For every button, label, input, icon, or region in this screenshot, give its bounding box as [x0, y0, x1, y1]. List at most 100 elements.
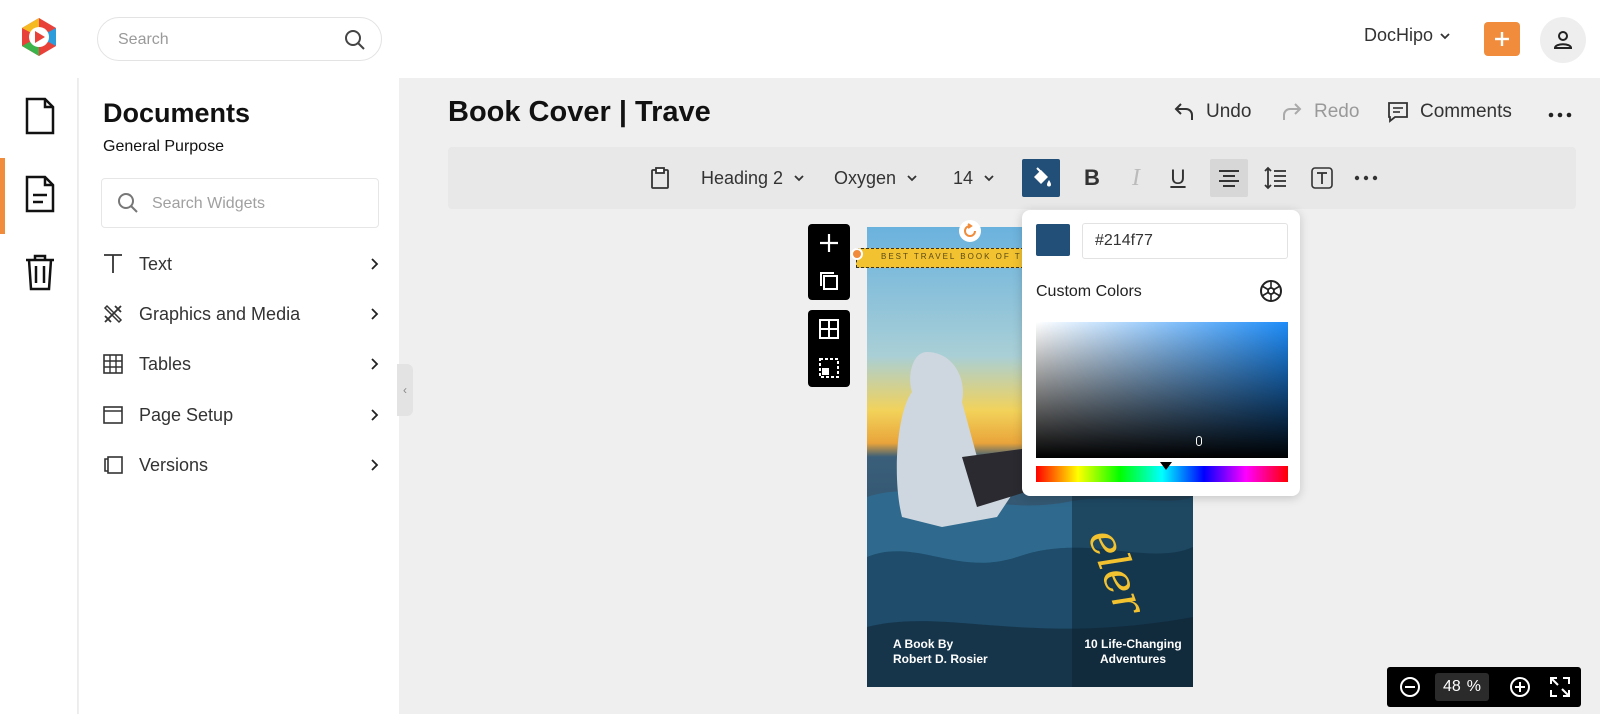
- rail-documents[interactable]: [20, 172, 60, 216]
- text-box-icon: [1311, 167, 1333, 189]
- widget-search-placeholder: Search Widgets: [152, 195, 265, 212]
- tagline-line-2: Adventures: [1099, 652, 1167, 666]
- current-color-swatch[interactable]: [1036, 224, 1070, 256]
- grid-icon[interactable]: [818, 318, 840, 340]
- rotate-handle[interactable]: [959, 220, 981, 242]
- selected-text-element[interactable]: BEST TRAVEL BOOK OF TH: [856, 248, 1044, 268]
- rail-new-document[interactable]: [20, 94, 60, 138]
- document-icon: [25, 175, 55, 213]
- search-placeholder: Search: [118, 31, 169, 48]
- paste-style-button[interactable]: [646, 159, 674, 197]
- global-search[interactable]: Search: [97, 17, 382, 61]
- color-picker-popover: Custom Colors: [1022, 210, 1300, 496]
- saturation-cursor[interactable]: [1196, 436, 1202, 446]
- hex-color-input[interactable]: [1082, 223, 1288, 259]
- widgets-sidebar: Documents General Purpose Search Widgets…: [79, 78, 399, 714]
- bold-button[interactable]: B: [1076, 159, 1108, 197]
- sidebar-item-versions[interactable]: Versions: [101, 447, 381, 483]
- clipboard-icon: [651, 167, 669, 189]
- sidebar-item-text[interactable]: Text: [101, 246, 381, 282]
- sidebar-item-label: Text: [139, 253, 173, 274]
- hue-slider-thumb[interactable]: [1160, 462, 1172, 470]
- widget-search-input[interactable]: Search Widgets: [101, 178, 379, 228]
- chevron-right-icon: [371, 459, 379, 471]
- user-icon: [1553, 31, 1573, 49]
- zoom-control: 48 %: [1387, 667, 1581, 707]
- duplicate-icon[interactable]: [818, 270, 840, 292]
- redo-button[interactable]: Redo: [1280, 100, 1359, 124]
- comments-button[interactable]: Comments: [1386, 100, 1512, 124]
- redo-label: Redo: [1314, 101, 1360, 122]
- fill-color-button[interactable]: [1022, 159, 1060, 197]
- align-center-icon: [1219, 170, 1239, 187]
- sidebar-item-tables[interactable]: Tables: [101, 346, 381, 382]
- sidebar-collapse-handle[interactable]: ‹: [397, 364, 413, 416]
- bold-icon: B: [1084, 165, 1100, 190]
- top-bar: Search DocHipo: [0, 0, 1600, 78]
- chevron-down-icon: [907, 175, 917, 182]
- rail-trash[interactable]: [20, 250, 60, 294]
- versions-icon: [104, 456, 123, 474]
- search-icon: [118, 193, 138, 213]
- font-size-dropdown[interactable]: 14: [942, 159, 1006, 197]
- workspace-name: DocHipo: [1364, 25, 1434, 45]
- zoom-out-icon[interactable]: [1399, 676, 1421, 698]
- author-line-1: A Book By: [893, 637, 954, 651]
- color-wheel-icon[interactable]: [1258, 278, 1284, 304]
- graphics-icon: [103, 304, 123, 324]
- rail-active-indicator: [0, 158, 5, 234]
- resize-handle[interactable]: [851, 248, 863, 260]
- page-setup-icon: [103, 406, 123, 424]
- element-tools-group-2: [808, 310, 850, 387]
- zoom-in-icon[interactable]: [1509, 676, 1531, 698]
- more-horizontal-icon: [1354, 175, 1378, 181]
- sidebar-item-label: Versions: [139, 454, 209, 475]
- undo-button[interactable]: Undo: [1172, 100, 1251, 124]
- workspace-dropdown[interactable]: DocHipo: [1364, 25, 1451, 46]
- comment-icon: [1388, 102, 1408, 123]
- line-spacing-button[interactable]: [1260, 159, 1292, 197]
- zoom-level[interactable]: 48 %: [1435, 673, 1489, 701]
- document-title[interactable]: Book Cover | Trave: [448, 96, 711, 129]
- more-format-button[interactable]: [1350, 159, 1382, 197]
- zoom-unit: %: [1466, 678, 1482, 695]
- create-new-button[interactable]: [1484, 22, 1520, 56]
- sidebar-item-page-setup[interactable]: Page Setup: [101, 397, 381, 433]
- text-icon: [104, 254, 122, 273]
- sidebar-subtitle: General Purpose: [103, 138, 224, 155]
- paint-bucket-icon: [1034, 167, 1051, 187]
- dochipo-logo[interactable]: [18, 16, 60, 58]
- chevron-right-icon: [371, 358, 379, 370]
- sidebar-item-graphics-media[interactable]: Graphics and Media: [101, 296, 381, 332]
- sidebar-item-label: Tables: [139, 353, 192, 374]
- select-area-icon[interactable]: [818, 357, 840, 379]
- heading-style-value: Heading 2: [700, 167, 784, 188]
- fullscreen-icon[interactable]: [1549, 676, 1571, 698]
- add-icon[interactable]: [818, 232, 840, 254]
- author-line-2: Robert D. Rosier: [893, 652, 988, 666]
- comments-label: Comments: [1420, 101, 1512, 122]
- chevron-down-icon: [984, 175, 994, 182]
- saturation-value-area[interactable]: [1036, 322, 1288, 458]
- user-avatar-button[interactable]: [1540, 17, 1586, 63]
- undo-icon: [1174, 103, 1193, 120]
- text-box-button[interactable]: [1306, 159, 1338, 197]
- chevron-down-icon: [1440, 32, 1450, 39]
- left-rail: [0, 78, 78, 714]
- italic-button[interactable]: I: [1120, 159, 1152, 197]
- align-center-button[interactable]: [1210, 159, 1248, 197]
- chevron-right-icon: [371, 308, 379, 320]
- font-family-dropdown[interactable]: Oxygen: [828, 159, 924, 197]
- redo-icon: [1283, 103, 1302, 120]
- font-size-value: 14: [952, 167, 974, 188]
- chevron-right-icon: [371, 409, 379, 421]
- line-spacing-icon: [1264, 166, 1286, 190]
- font-family-value: Oxygen: [833, 167, 897, 188]
- undo-label: Undo: [1206, 101, 1252, 122]
- search-icon[interactable]: [343, 28, 367, 52]
- table-icon: [103, 354, 123, 374]
- more-options-icon[interactable]: [1546, 103, 1574, 127]
- heading-style-dropdown[interactable]: Heading 2: [698, 159, 808, 197]
- file-icon: [25, 97, 55, 135]
- underline-button[interactable]: U: [1162, 159, 1194, 197]
